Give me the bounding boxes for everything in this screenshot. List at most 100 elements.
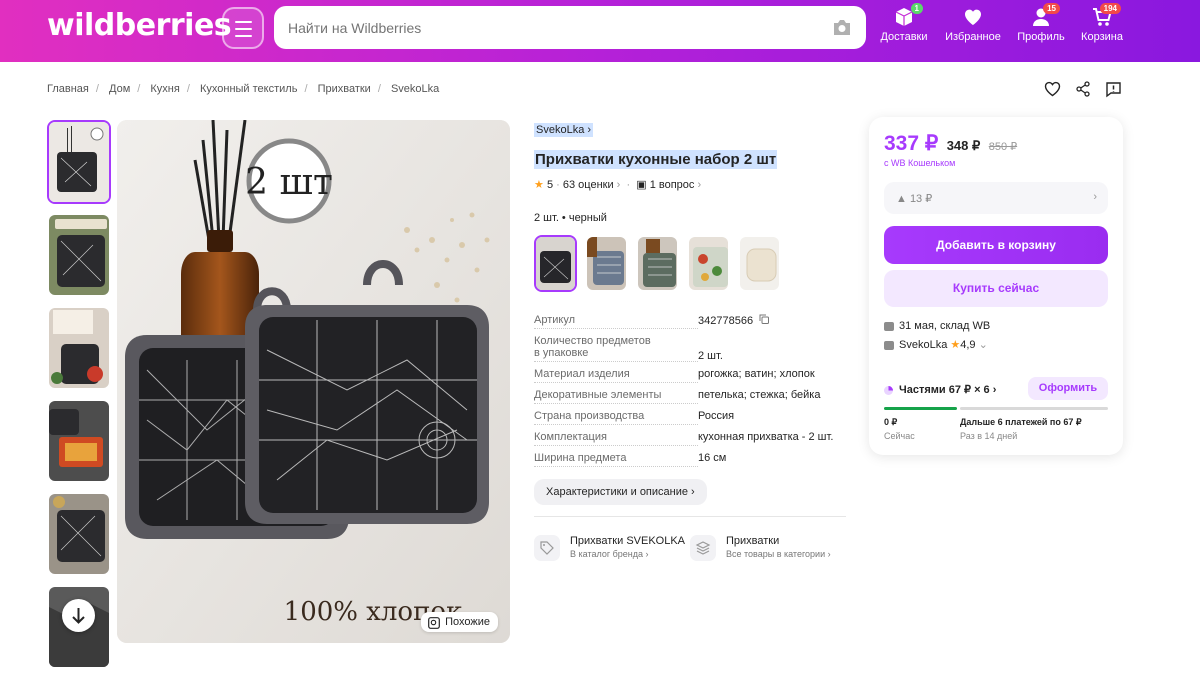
category-title: Прихватки <box>726 535 780 547</box>
favorite-heart-icon[interactable] <box>1044 81 1061 103</box>
main-product-image[interactable]: 2 шт 100% хлопок Похожие <box>117 120 510 643</box>
spec-row: Страна производства Россия <box>534 410 846 425</box>
header: wildberries 1 Доставки Избранное 15 Проф… <box>0 0 1200 62</box>
nav-favorites[interactable]: Избранное <box>943 4 1003 43</box>
warehouse-icon <box>884 321 894 331</box>
heart-icon <box>962 6 984 28</box>
similar-label: Похожие <box>445 616 490 628</box>
report-icon[interactable] <box>1105 81 1122 103</box>
user-icon: 15 <box>1030 3 1060 28</box>
specs-table: Артикул 342778566 Количество предметов в… <box>534 314 846 505</box>
nav-favorites-label: Избранное <box>945 31 1001 43</box>
breadcrumb: Главная / Дом / Кухня / Кухонный текстиль / … <box>47 83 440 95</box>
installments-button[interactable]: Оформить <box>1028 377 1108 400</box>
reviews-link[interactable]: 63 оценки › <box>563 179 620 191</box>
category-link[interactable]: Прихватки Все товары в категории › <box>690 535 846 561</box>
logo[interactable]: wildberries <box>47 8 232 43</box>
spec-value: 2 шт. <box>698 350 723 362</box>
spec-row: Количество предметов в упаковке 2 шт. <box>534 335 846 362</box>
spec-value: рогожка; ватин; хлопок <box>698 368 815 380</box>
chevron-down-icon: ⌄ <box>978 339 988 351</box>
spec-value: петелька; стежка; бейка <box>698 389 821 401</box>
installments-label: Частями 67 ₽ × 6 › <box>884 383 996 396</box>
camera-icon[interactable] <box>832 18 852 41</box>
spec-key: Комплектация <box>534 431 698 446</box>
questions-link[interactable]: 1 вопрос › <box>650 179 701 191</box>
spec-key: Материал изделия <box>534 368 698 383</box>
variant-swatch[interactable] <box>738 235 781 292</box>
variant-swatch[interactable] <box>585 235 628 292</box>
similar-search-icon <box>428 617 440 629</box>
pay-now-amount: 0 ₽ <box>884 417 898 427</box>
deliveries-badge: 1 <box>910 3 923 14</box>
price-current: 337 ₽ <box>884 132 939 155</box>
thumbnail[interactable] <box>47 306 111 390</box>
variant-swatches <box>534 235 846 292</box>
nav-profile[interactable]: 15 Профиль <box>1011 3 1071 43</box>
thumbnail[interactable] <box>47 120 111 204</box>
spec-row: Комплектация кухонная прихватка - 2 шт. <box>534 431 846 446</box>
breadcrumb-item[interactable]: Прихватки <box>318 83 371 95</box>
shop-icon <box>884 340 894 350</box>
thumbnail[interactable] <box>47 213 111 297</box>
seller-info[interactable]: SvekoLka ★4,9 ⌄ <box>884 338 988 351</box>
spec-row: Артикул 342778566 <box>534 314 846 329</box>
thumbnail[interactable] <box>47 399 111 483</box>
breadcrumb-item[interactable]: Кухонный текстиль <box>200 83 297 95</box>
search-input[interactable] <box>288 6 808 49</box>
spec-row: Декоративные элементы петелька; стежка; … <box>534 389 846 404</box>
buy-now-button[interactable]: Купить сейчас <box>884 270 1108 307</box>
breadcrumb-item[interactable]: SvekoLka <box>391 83 439 95</box>
tag-icon <box>534 535 560 561</box>
price-without-wallet: 348 ₽ <box>946 138 981 153</box>
scroll-down-button[interactable] <box>62 599 95 632</box>
breadcrumb-item[interactable]: Дом <box>109 83 130 95</box>
nav-deliveries-label: Доставки <box>880 31 928 43</box>
search-bar <box>274 6 866 49</box>
add-to-cart-button[interactable]: Добавить в корзину <box>884 226 1108 264</box>
variant-swatch[interactable] <box>636 235 679 292</box>
pay-later-amount: Дальше 6 платежей по 67 ₽ <box>960 417 1082 427</box>
brand-catalog-link[interactable]: Прихватки SVEKOLKA В каталог бренда › <box>534 535 690 561</box>
nav-cart[interactable]: 194 Корзина <box>1072 3 1132 43</box>
nav-deliveries[interactable]: 1 Доставки <box>874 3 934 43</box>
spec-row: Ширина предмета 16 см <box>534 452 846 467</box>
star-icon: ★ <box>950 339 961 351</box>
brand-link[interactable]: SvekoLka › <box>534 123 594 137</box>
rating-value: 5 <box>546 179 554 191</box>
variant-swatch[interactable] <box>687 235 730 292</box>
thumbnail-list <box>47 120 111 678</box>
price-delta: ▲ 13 ₽ <box>896 193 933 205</box>
breadcrumb-item[interactable]: Главная <box>47 83 89 95</box>
share-icon[interactable] <box>1075 81 1091 103</box>
seller-rating: 4,9 <box>960 339 976 351</box>
delivery-info: 31 мая, склад WB <box>884 320 990 332</box>
menu-button[interactable] <box>222 7 264 49</box>
star-icon: ★ <box>534 179 544 191</box>
pie-icon <box>884 385 893 395</box>
page-actions <box>1044 81 1122 103</box>
cart-badge: 194 <box>1099 3 1121 14</box>
nav-profile-label: Профиль <box>1017 31 1065 43</box>
wallet-note[interactable]: с WB Кошельком <box>884 158 955 168</box>
spec-key: Количество предметов в упаковке <box>534 335 698 362</box>
breadcrumb-item[interactable]: Кухня <box>150 83 179 95</box>
copy-icon[interactable] <box>759 314 770 324</box>
buy-card: 337 ₽ 348 ₽ 850 ₽ с WB Кошельком ▲ 13 ₽ … <box>869 117 1123 455</box>
category-sub: Все товары в категории › <box>726 549 831 559</box>
count-overlay-text: 2 шт <box>245 162 333 203</box>
arrow-down-icon <box>72 608 85 624</box>
price-delta-row[interactable]: ▲ 13 ₽ › <box>884 182 1108 214</box>
similar-button[interactable]: Похожие <box>421 612 498 632</box>
thumbnail[interactable] <box>47 492 111 576</box>
brand-catalog-title: Прихватки SVEKOLKA <box>570 535 686 547</box>
characteristics-button[interactable]: Характеристики и описание › <box>534 479 707 505</box>
brand-catalog-sub: В каталог бренда › <box>570 549 649 559</box>
spec-value: 16 см <box>698 452 727 464</box>
product-info: SvekoLka › Прихватки кухонные набор 2 шт… <box>534 120 846 505</box>
variant-swatch[interactable] <box>534 235 577 292</box>
chevron-right-icon: › <box>1093 191 1097 203</box>
spec-key: Декоративные элементы <box>534 389 698 404</box>
nav-cart-label: Корзина <box>1081 31 1123 43</box>
related-links: Прихватки SVEKOLKA В каталог бренда › При… <box>534 516 846 561</box>
